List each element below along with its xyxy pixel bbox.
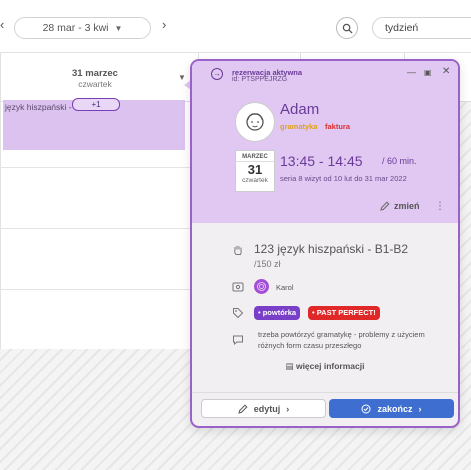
reservation-popup: → rezerwacja aktywna id: PTSPPEJRZG — ▣ …	[190, 59, 460, 428]
grid-row-line	[0, 167, 200, 168]
chevron-down-icon: ▼	[114, 23, 123, 33]
client-name[interactable]: Adam	[280, 101, 319, 118]
teacher-avatar	[254, 279, 269, 294]
comment-icon	[232, 334, 244, 346]
header-divider	[0, 52, 471, 53]
client-tag: faktura	[325, 122, 351, 131]
next-week-icon[interactable]: ›	[162, 17, 166, 32]
tag-icon	[232, 307, 244, 319]
grid-row-line	[0, 228, 200, 229]
event-title: język hiszpański - B	[5, 102, 80, 112]
close-icon[interactable]: ✕	[442, 66, 450, 77]
duration: / 60 min.	[382, 156, 417, 166]
edit-button[interactable]: edytuj ›	[201, 399, 326, 418]
chevron-right-icon: ›	[418, 403, 422, 414]
date-range-picker[interactable]: 28 mar - 3 kwi ▼	[14, 17, 151, 39]
repeat-badge: • powtórka	[254, 306, 301, 320]
change-label: zmień	[394, 201, 420, 211]
date-day: 31	[247, 162, 263, 177]
prev-week-icon[interactable]: ‹	[0, 17, 4, 32]
change-button[interactable]: zmień	[380, 201, 420, 211]
date-month: MARZEC	[236, 154, 274, 162]
date-card: MARZEC 31 czwartek	[235, 150, 275, 192]
search-button[interactable]	[336, 17, 358, 39]
more-events-badge[interactable]: +1	[72, 98, 120, 111]
reservation-note: trzeba powtórzyć gramatykę - problemy z …	[258, 330, 425, 350]
pencil-icon	[380, 201, 390, 211]
more-info-link[interactable]: ▤ więcej informacji	[192, 361, 458, 372]
series-info: seria 8 wizyt od 10 lut do 31 mar 2022	[280, 174, 407, 183]
chevron-right-icon: ›	[286, 403, 290, 414]
reservation-id: id: PTSPPEJRZG	[232, 76, 288, 83]
search-icon	[342, 23, 353, 34]
maximize-icon[interactable]: ▣	[424, 68, 432, 77]
time-range: 13:45 - 14:45	[280, 153, 363, 169]
more-info-label: więcej informacji	[295, 361, 365, 371]
document-icon: ▤	[285, 361, 294, 371]
teacher-avatar-pattern-icon	[257, 282, 266, 291]
service-info: 123 język hiszpański - B1-B2 /150 zł	[254, 242, 424, 271]
finish-check-icon	[361, 404, 371, 413]
teacher-icon	[232, 281, 244, 293]
finish-label: zakończ	[377, 403, 413, 414]
date-range-label: 28 mar - 3 kwi	[42, 22, 109, 34]
edit-label: edytuj	[253, 403, 281, 414]
finish-button[interactable]: zakończ ›	[329, 399, 454, 418]
client-tag: gramatyka	[280, 122, 318, 131]
client-avatar	[235, 102, 275, 142]
day-column-header[interactable]: 31 marzec czwartek	[0, 68, 190, 89]
grid-row-line	[0, 289, 200, 290]
hand-icon	[232, 244, 244, 256]
column-date: 31 marzec	[72, 68, 118, 79]
view-mode-label: tydzień	[385, 22, 419, 34]
person-face-icon	[246, 113, 264, 131]
footer-divider	[192, 392, 458, 393]
date-weekday: czwartek	[242, 177, 268, 184]
popup-header-area	[192, 61, 458, 223]
service-name: 123 język hiszpański - B1-B2	[254, 242, 409, 256]
pencil-icon	[238, 403, 248, 414]
more-options-icon[interactable]: ⋮	[435, 201, 445, 212]
grammar-badge: • PAST PERFECT!	[308, 306, 380, 320]
arrow-right-circle-icon: →	[211, 68, 223, 80]
teacher-name: Karol	[276, 283, 294, 292]
minimize-icon[interactable]: —	[407, 67, 416, 77]
view-mode-select[interactable]: tydzień	[372, 17, 471, 39]
column-weekday: czwartek	[78, 79, 112, 89]
top-toolbar: ‹ 28 mar - 3 kwi ▼ › tydzień	[0, 0, 471, 52]
service-price: /150 zł	[254, 259, 281, 269]
column-chevron-icon[interactable]: ▼	[178, 73, 186, 82]
